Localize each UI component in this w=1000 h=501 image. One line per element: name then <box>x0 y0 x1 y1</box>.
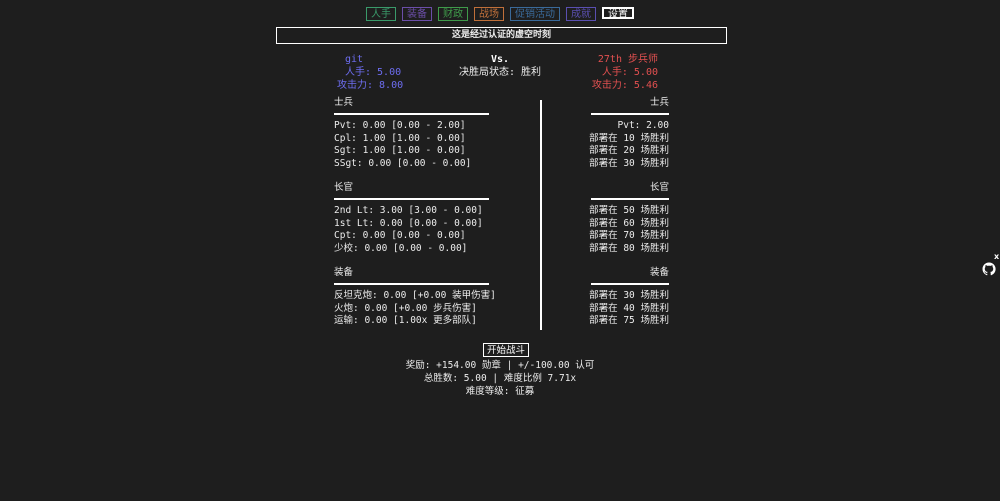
enemy-attack: 攻击力: 5.46 <box>591 80 658 91</box>
tab-manpower[interactable]: 人手 <box>366 7 396 21</box>
unit-row-1st-lt: 1st Lt: 0.00 [0.00 - 0.00] <box>334 217 483 229</box>
deploy-requirement: 部署在 50 场胜利 <box>589 205 669 216</box>
deploy-requirement: 部署在 30 场胜利 <box>589 157 669 169</box>
start-battle-button[interactable]: 开始战斗 <box>483 343 530 357</box>
win-stats: 总胜数: 5.00 | 难度比例 7.71x <box>423 373 577 384</box>
soldiers-section-title: 士兵 <box>334 97 354 108</box>
tab-equipment[interactable]: 装备 <box>402 7 432 21</box>
section-divider <box>591 113 669 115</box>
equipment-row-antitank: 反坦克炮: 0.00 [+0.00 装甲伤害] <box>334 290 496 301</box>
section-divider <box>334 113 489 115</box>
unit-row-major: 少校: 0.00 [0.00 - 0.00] <box>334 242 468 254</box>
equipment-section-title: 装备 <box>334 267 354 278</box>
unit-row-2nd-lt: 2nd Lt: 3.00 [3.00 - 0.00] <box>334 205 483 216</box>
deploy-requirement: 部署在 75 场胜利 <box>589 315 669 326</box>
github-cat-icon[interactable] <box>981 261 997 277</box>
game-screen: 人手 装备 财政 战场 促销活动 成就 设置 这是经过认证的虚空时刻 git 人… <box>0 0 1000 501</box>
close-icon[interactable]: x <box>994 252 999 261</box>
tab-achievements[interactable]: 成就 <box>566 7 596 21</box>
enemy-header: 27th 步兵师 人手: 5.00 攻击力: 5.46 <box>592 53 658 92</box>
github-widget: x <box>978 252 1000 280</box>
enemy-manpower: 人手: 5.00 <box>601 67 658 78</box>
enemy-unit-row-pvt: Pvt: 2.00 <box>617 120 669 131</box>
match-status: 决胜局状态: 胜利 <box>458 67 542 78</box>
section-divider <box>591 198 669 200</box>
soldiers-section-title: 士兵 <box>649 97 669 108</box>
deploy-requirement: 部署在 20 场胜利 <box>589 145 669 156</box>
equipment-section-title: 装备 <box>649 267 669 278</box>
tab-battlefield[interactable]: 战场 <box>474 7 504 21</box>
deploy-requirement: 部署在 30 场胜利 <box>589 290 669 301</box>
tab-finance[interactable]: 财政 <box>438 7 468 21</box>
versus-title: Vs. <box>490 54 510 65</box>
unit-row-ssgt: SSgt: 0.00 [0.00 - 0.00] <box>334 157 472 169</box>
enemy-units-column: 士兵 Pvt: 2.00 部署在 10 场胜利 部署在 20 场胜利 部署在 3… <box>589 96 669 328</box>
unit-row-pvt: Pvt: 0.00 [0.00 - 2.00] <box>334 120 466 131</box>
deploy-requirement: 部署在 60 场胜利 <box>589 217 669 229</box>
reward-info: 奖励: +154.00 勋章 | +/-100.00 认可 <box>405 360 595 371</box>
enemy-name: 27th 步兵师 <box>597 54 658 65</box>
player-attack: 攻击力: 8.00 <box>337 80 404 91</box>
deploy-requirement: 部署在 80 场胜利 <box>589 242 669 254</box>
section-divider <box>334 198 489 200</box>
unit-row-cpl: Cpl: 1.00 [1.00 - 0.00] <box>334 132 466 144</box>
tab-bar: 人手 装备 财政 战场 促销活动 成就 设置 <box>0 7 1000 21</box>
tab-settings[interactable]: 设置 <box>602 7 634 20</box>
column-divider <box>540 100 542 330</box>
tab-promotions[interactable]: 促销活动 <box>510 7 560 21</box>
versus-header: Vs. 决胜局状态: 胜利 <box>0 53 1000 79</box>
deploy-requirement: 部署在 40 场胜利 <box>589 302 669 314</box>
section-divider <box>334 283 489 285</box>
equipment-row-transport: 运输: 0.00 [1.00x 更多部队] <box>334 315 477 326</box>
unit-row-cpt: Cpt: 0.00 [0.00 - 0.00] <box>334 230 466 241</box>
verified-notice-banner: 这是经过认证的虚空时刻 <box>276 27 727 44</box>
officers-section-title: 长官 <box>649 182 669 193</box>
difficulty-level: 难度等级: 征募 <box>465 386 535 397</box>
section-divider <box>591 283 669 285</box>
deploy-requirement: 部署在 10 场胜利 <box>589 132 669 144</box>
player-units-column: 士兵 Pvt: 0.00 [0.00 - 2.00] Cpl: 1.00 [1.… <box>334 96 496 328</box>
unit-row-sgt: Sgt: 1.00 [1.00 - 0.00] <box>334 145 466 156</box>
deploy-requirement: 部署在 70 场胜利 <box>589 230 669 241</box>
equipment-row-artillery: 火炮: 0.00 [+0.00 步兵伤害] <box>334 302 477 314</box>
officers-section-title: 长官 <box>334 182 354 193</box>
